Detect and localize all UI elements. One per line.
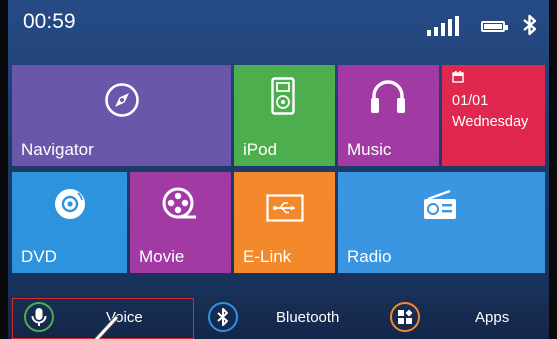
- tile-movie[interactable]: Movie: [130, 172, 231, 273]
- bluetooth-icon: [522, 13, 538, 37]
- bottom-dock: Voice Bluetooth Apps: [8, 296, 549, 339]
- bluetooth-icon: [208, 302, 238, 332]
- film-reel-icon: [162, 187, 198, 221]
- calendar-date: 01/01: [452, 93, 489, 109]
- apps-grid-icon: [390, 302, 420, 332]
- battery-icon: [481, 21, 508, 32]
- tile-label: Movie: [139, 247, 185, 266]
- tile-music[interactable]: Music: [338, 65, 439, 166]
- tile-label: iPod: [243, 140, 278, 159]
- pointer-cursor-icon: [93, 315, 119, 339]
- tile-navigator[interactable]: Navigator: [12, 65, 231, 166]
- tile-label: Radio: [347, 247, 392, 266]
- clock: 00:59: [23, 10, 76, 33]
- tile-radio[interactable]: Radio: [338, 172, 545, 273]
- tile-label: DVD: [21, 247, 57, 266]
- tile-ipod[interactable]: iPod: [234, 65, 335, 166]
- headphones-icon: [368, 77, 408, 115]
- microphone-icon: [24, 302, 54, 332]
- usb-icon: [266, 194, 304, 222]
- disc-icon: [54, 188, 86, 220]
- home-screen: 00:59 Navigator iPod Music 01/01 Wednesd…: [8, 0, 549, 339]
- apps-button[interactable]: Apps: [375, 296, 549, 339]
- apps-label: Apps: [475, 309, 510, 326]
- tile-label: Navigator: [21, 140, 94, 159]
- tile-label: E-Link: [243, 247, 292, 266]
- calendar-icon: [452, 71, 464, 83]
- status-bar: 00:59: [8, 0, 549, 52]
- ipod-icon: [271, 77, 295, 115]
- calendar-weekday: Wednesday: [452, 114, 529, 130]
- tile-dvd[interactable]: DVD: [12, 172, 127, 273]
- signal-strength-icon: [427, 16, 461, 36]
- compass-icon: [104, 82, 140, 118]
- radio-icon: [422, 189, 458, 221]
- bluetooth-button[interactable]: Bluetooth: [198, 296, 373, 339]
- tile-elink[interactable]: E-Link: [234, 172, 335, 273]
- bluetooth-label: Bluetooth: [276, 309, 340, 326]
- tile-label: Music: [347, 140, 392, 159]
- tile-calendar[interactable]: 01/01 Wednesday: [442, 65, 545, 166]
